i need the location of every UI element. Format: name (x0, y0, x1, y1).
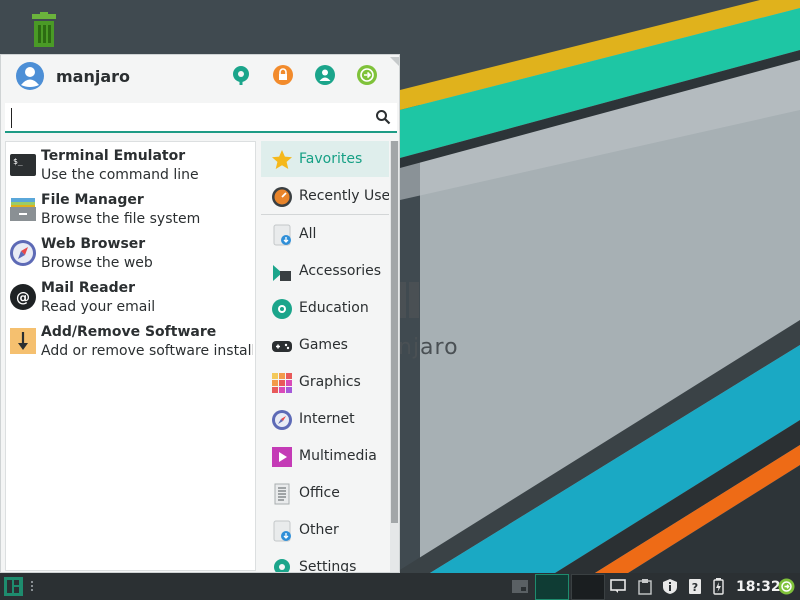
whisker-menu-button[interactable] (4, 577, 23, 596)
app-description: Browse the web (41, 255, 153, 271)
wallpaper-brand-text: njaro (398, 335, 459, 360)
user-avatar-icon (16, 62, 44, 90)
favorites-app-list: $_ Terminal Emulator Use the command lin… (5, 141, 256, 571)
show-desktop-icon[interactable] (512, 580, 528, 593)
category-games[interactable]: Games (261, 327, 389, 363)
education-icon (272, 299, 292, 319)
search-input[interactable] (9, 106, 367, 130)
category-all[interactable]: All (261, 216, 389, 252)
log-out-button[interactable] (356, 64, 378, 86)
graphics-icon (272, 373, 292, 393)
svg-text:$_: $_ (13, 157, 23, 166)
category-accessories[interactable]: Accessories (261, 253, 389, 289)
power-icon[interactable] (778, 578, 795, 595)
category-graphics[interactable]: Graphics (261, 364, 389, 400)
accessories-icon (273, 265, 291, 281)
other-icon (273, 520, 291, 542)
all-apps-icon (273, 224, 291, 246)
software-install-icon (10, 328, 36, 354)
app-item-add-remove-software[interactable]: Add/Remove Software Add or remove softwa… (6, 320, 255, 364)
category-scrollbar[interactable] (390, 141, 399, 572)
workspace-1[interactable] (535, 574, 569, 600)
scrollbar-thumb[interactable] (391, 141, 398, 523)
app-item-file-manager[interactable]: File Manager Browse the file system (6, 188, 255, 232)
app-description: Browse the file system (41, 211, 201, 227)
file-manager-icon (10, 198, 36, 221)
menu-header: manjaro (1, 55, 399, 99)
notification-icon[interactable] (610, 579, 626, 594)
whisker-menu: manjaro $_ Terminal Emulator Use the com… (0, 54, 400, 573)
category-internet[interactable]: Internet (261, 401, 389, 437)
category-multimedia[interactable]: Multimedia (261, 438, 389, 474)
panel-clock[interactable]: 18:32 (736, 579, 781, 595)
category-recently-used[interactable]: Recently Used (261, 178, 389, 214)
switch-user-button[interactable] (314, 64, 336, 86)
category-favorites[interactable]: Favorites (261, 141, 389, 177)
lock-screen-button[interactable] (272, 64, 294, 86)
app-title: Terminal Emulator (41, 148, 186, 164)
search-field[interactable] (5, 103, 397, 133)
category-divider (261, 214, 389, 215)
app-description: Add or remove software installe... (41, 343, 253, 359)
svg-text:@: @ (16, 290, 30, 306)
settings-icon (274, 559, 290, 572)
search-icon (376, 110, 391, 125)
category-education[interactable]: Education (261, 290, 389, 326)
category-list: Favorites Recently Used All Acces (261, 141, 389, 572)
username-label: manjaro (56, 67, 131, 86)
trash-icon[interactable] (26, 12, 62, 50)
text-cursor (11, 108, 12, 128)
category-office[interactable]: Office (261, 475, 389, 511)
category-settings[interactable]: Settings (261, 549, 389, 572)
app-title: Add/Remove Software (41, 324, 217, 340)
update-shield-icon[interactable] (662, 578, 678, 595)
star-icon (272, 150, 292, 169)
app-title: Web Browser (41, 236, 146, 252)
internet-icon (272, 410, 292, 430)
resize-corner[interactable] (390, 57, 399, 66)
panel-handle-icon[interactable] (29, 580, 35, 593)
settings-manager-button[interactable] (230, 64, 252, 86)
multimedia-icon (272, 447, 292, 467)
svg-text:?: ? (692, 581, 698, 594)
app-title: File Manager (41, 192, 144, 208)
app-description: Use the command line (41, 167, 199, 183)
terminal-icon: $_ (10, 154, 36, 176)
office-icon (274, 483, 290, 505)
workspace-2[interactable] (571, 574, 605, 600)
battery-icon[interactable] (710, 578, 727, 595)
app-description: Read your email (41, 299, 156, 315)
bottom-panel: ? 18:32 (0, 573, 800, 600)
clipboard-icon[interactable] (638, 578, 652, 595)
web-browser-icon (10, 240, 36, 266)
app-item-web-browser[interactable]: Web Browser Browse the web (6, 232, 255, 276)
mail-reader-icon: @ (10, 284, 36, 310)
category-other[interactable]: Other (261, 512, 389, 548)
gamepad-icon (272, 341, 292, 352)
app-item-mail-reader[interactable]: @ Mail Reader Read your email (6, 276, 255, 320)
help-icon[interactable]: ? (688, 578, 702, 595)
app-title: Mail Reader (41, 280, 135, 296)
app-item-terminal-emulator[interactable]: $_ Terminal Emulator Use the command lin… (6, 144, 255, 188)
recent-icon (272, 187, 292, 207)
